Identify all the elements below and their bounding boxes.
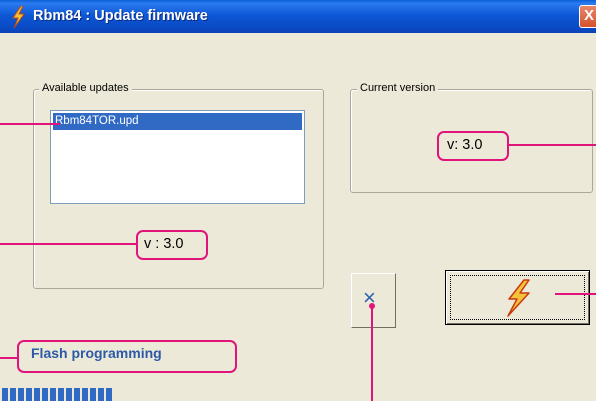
lightning-bolt-icon [507,279,530,317]
updates-listbox[interactable]: Rbm84TOR.upd [50,110,305,204]
close-button[interactable]: X [579,5,596,28]
progress-segment [34,388,40,401]
update-firmware-window: Rbm84 : Update firmware X Available upda… [0,0,596,401]
callout-leader-current-version [508,144,596,146]
progress-segment [66,388,72,401]
callout-leader-flash-button [555,293,596,295]
progress-segment [82,388,88,401]
callout-leader-listbox [0,123,60,125]
progress-segment [74,388,80,401]
list-item[interactable]: Rbm84TOR.upd [53,113,302,130]
progress-segment [90,388,96,401]
flash-button[interactable] [445,270,590,325]
progress-segment [26,388,32,401]
progress-segment [42,388,48,401]
lightning-bolt-icon [12,6,25,28]
progress-segment [50,388,56,401]
progress-bar [2,388,112,401]
progress-segment [10,388,16,401]
progress-segment [98,388,104,401]
progress-segment [58,388,64,401]
progress-segment [2,388,8,401]
status-text: Flash programming [31,345,162,361]
progress-segment [106,388,112,401]
selected-version: v : 3.0 [144,236,184,252]
callout-leader-status [0,357,18,359]
window-title: Rbm84 : Update firmware [33,8,208,24]
current-version-label: Current version [357,82,439,94]
progress-segment [18,388,24,401]
close-icon: X [584,7,595,24]
title-bar[interactable]: Rbm84 : Update firmware X [0,0,596,33]
current-version-value: v: 3.0 [447,137,483,153]
available-updates-label: Available updates [39,82,132,94]
callout-leader-selected-version [0,243,137,245]
callout-dot-cancel [369,303,375,309]
cancel-button[interactable]: × [351,273,396,328]
callout-leader-cancel [371,305,373,401]
